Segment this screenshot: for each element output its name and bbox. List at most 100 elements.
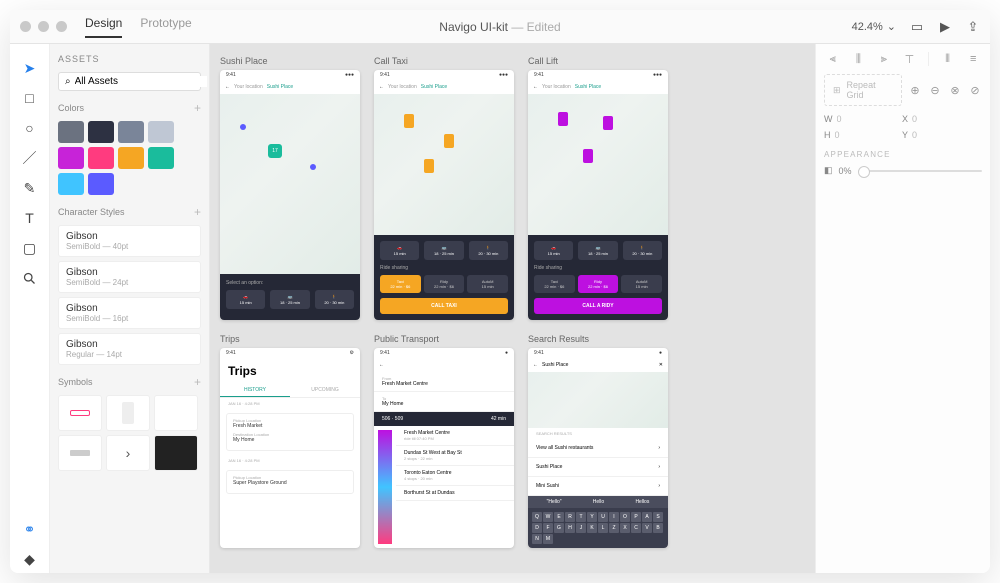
color-swatch[interactable]: [88, 147, 114, 169]
color-swatch[interactable]: [58, 147, 84, 169]
maximize-window-icon[interactable]: [56, 21, 67, 32]
color-swatch[interactable]: [58, 121, 84, 143]
artboard-public-transport[interactable]: Public Transport 9:41● ← FromFresh Marke…: [374, 334, 514, 548]
appearance-label: APPEARANCE: [824, 150, 982, 159]
symbol-thumb[interactable]: [106, 395, 150, 431]
color-swatch[interactable]: [88, 173, 114, 195]
ellipse-tool[interactable]: ○: [16, 114, 44, 142]
color-swatch[interactable]: [148, 121, 174, 143]
character-style[interactable]: GibsonRegular — 14pt: [58, 333, 201, 365]
character-style[interactable]: GibsonSemiBold — 24pt: [58, 261, 201, 293]
layers-panel-icon[interactable]: ◆: [16, 545, 44, 573]
symbol-thumb[interactable]: ›: [106, 435, 150, 471]
add-symbol-icon[interactable]: +: [194, 375, 201, 389]
color-swatch[interactable]: [58, 173, 84, 195]
play-icon[interactable]: ▶: [938, 20, 952, 34]
align-top-icon[interactable]: ⊤: [902, 52, 916, 66]
keyboard-key: H: [565, 523, 575, 533]
artboard-call-taxi[interactable]: Call Taxi 9:41●●● ←Your locationSushi Pl…: [374, 56, 514, 320]
close-window-icon[interactable]: [20, 21, 31, 32]
text-tool[interactable]: T: [16, 204, 44, 232]
asset-search[interactable]: ⌕ ⌄: [58, 72, 201, 91]
align-left-icon[interactable]: ⫷: [826, 52, 840, 66]
x-input[interactable]: [912, 114, 946, 124]
keyboard-key: C: [631, 523, 641, 533]
left-toolbar: ➤ □ ○ ／ ✎ T ▢ ⚭ ◆: [10, 44, 50, 573]
rectangle-tool[interactable]: □: [16, 84, 44, 112]
opacity-icon: ◧: [824, 165, 833, 176]
keyboard-key: L: [598, 523, 608, 533]
symbol-thumb[interactable]: [58, 395, 102, 431]
artboard-tool[interactable]: ▢: [16, 234, 44, 262]
keyboard-key: P: [631, 512, 641, 522]
boolean-add-icon[interactable]: ⊕: [908, 83, 922, 97]
share-icon[interactable]: ⇪: [966, 20, 980, 34]
color-swatch[interactable]: [88, 121, 114, 143]
keyboard-key: I: [609, 512, 619, 522]
inspector-panel: ⫷ ⫼ ⫸ ⊤ ⦀ ≡ ⊞ Repeat Grid ⊕ ⊖ ⊗ ⊘ W X H …: [815, 44, 990, 573]
charstyles-label: Character Styles: [58, 207, 125, 217]
add-color-icon[interactable]: +: [194, 101, 201, 115]
keyboard-key: F: [543, 523, 553, 533]
doc-status: Edited: [527, 20, 561, 34]
assets-panel: ASSETS ⌕ ⌄ Colors+ Character Styles+ Gib…: [50, 44, 210, 573]
artboard-label: Call Lift: [528, 56, 668, 66]
add-style-icon[interactable]: +: [194, 205, 201, 219]
align-center-h-icon[interactable]: ⫼: [851, 52, 865, 66]
y-input[interactable]: [912, 130, 946, 140]
line-tool[interactable]: ／: [16, 144, 44, 172]
symbol-thumb[interactable]: [154, 435, 198, 471]
zoom-tool[interactable]: [16, 264, 44, 292]
artboard-sushi-place[interactable]: Sushi Place 9:41●●● ←Your locationSushi …: [220, 56, 360, 320]
color-swatches: [58, 121, 201, 195]
traffic-lights: [20, 21, 67, 32]
artboard-call-lift[interactable]: Call Lift 9:41●●● ←Your locationSushi Pl…: [528, 56, 668, 320]
keyboard-key: T: [576, 512, 586, 522]
artboard-label: Trips: [220, 334, 360, 344]
boolean-exclude-icon[interactable]: ⊘: [968, 83, 982, 97]
artboard-trips[interactable]: Trips 9:41⚙ Trips HISTORY UPCOMING JAN 1…: [220, 334, 360, 548]
keyboard-key: J: [576, 523, 586, 533]
keyboard-key: Y: [587, 512, 597, 522]
artboard-search-results[interactable]: Search Results 9:41● ←Sushi Place✕ SEARC…: [528, 334, 668, 548]
keyboard-key: O: [620, 512, 630, 522]
asset-search-input[interactable]: [75, 76, 207, 87]
character-style[interactable]: GibsonSemiBold — 16pt: [58, 297, 201, 329]
symbol-grid: ›: [58, 395, 201, 471]
symbol-thumb[interactable]: [58, 435, 102, 471]
artboard-label: Search Results: [528, 334, 668, 344]
height-input[interactable]: [835, 130, 869, 140]
keyboard-key: R: [565, 512, 575, 522]
color-swatch[interactable]: [118, 147, 144, 169]
symbol-thumb[interactable]: [154, 395, 198, 431]
device-preview-icon[interactable]: ▭: [910, 20, 924, 34]
distribute-v-icon[interactable]: ≡: [966, 52, 980, 66]
assets-panel-icon[interactable]: ⚭: [16, 515, 44, 543]
repeat-grid-button[interactable]: ⊞ Repeat Grid: [824, 74, 902, 106]
keyboard-key: B: [653, 523, 663, 533]
color-swatch[interactable]: [118, 121, 144, 143]
canvas[interactable]: Sushi Place 9:41●●● ←Your locationSushi …: [210, 44, 815, 573]
mode-tabs: Design Prototype: [85, 16, 192, 38]
tab-prototype[interactable]: Prototype: [140, 16, 191, 38]
search-icon: ⌕: [65, 76, 71, 87]
align-right-icon[interactable]: ⫸: [877, 52, 891, 66]
keyboard-key: V: [642, 523, 652, 533]
zoom-control[interactable]: 42.4%⌄: [852, 20, 896, 33]
artboard-label: Sushi Place: [220, 56, 360, 66]
character-style[interactable]: GibsonSemiBold — 40pt: [58, 225, 201, 257]
width-input[interactable]: [837, 114, 871, 124]
keyboard-key: G: [554, 523, 564, 533]
boolean-intersect-icon[interactable]: ⊗: [948, 83, 962, 97]
app-window: Design Prototype Navigo UI-kit — Edited …: [10, 10, 990, 573]
opacity-slider[interactable]: [858, 170, 982, 172]
pen-tool[interactable]: ✎: [16, 174, 44, 202]
tab-design[interactable]: Design: [85, 16, 122, 38]
select-tool[interactable]: ➤: [16, 54, 44, 82]
boolean-subtract-icon[interactable]: ⊖: [928, 83, 942, 97]
minimize-window-icon[interactable]: [38, 21, 49, 32]
symbols-label: Symbols: [58, 377, 93, 387]
keyboard-key: U: [598, 512, 608, 522]
color-swatch[interactable]: [148, 147, 174, 169]
distribute-h-icon[interactable]: ⦀: [941, 52, 955, 66]
